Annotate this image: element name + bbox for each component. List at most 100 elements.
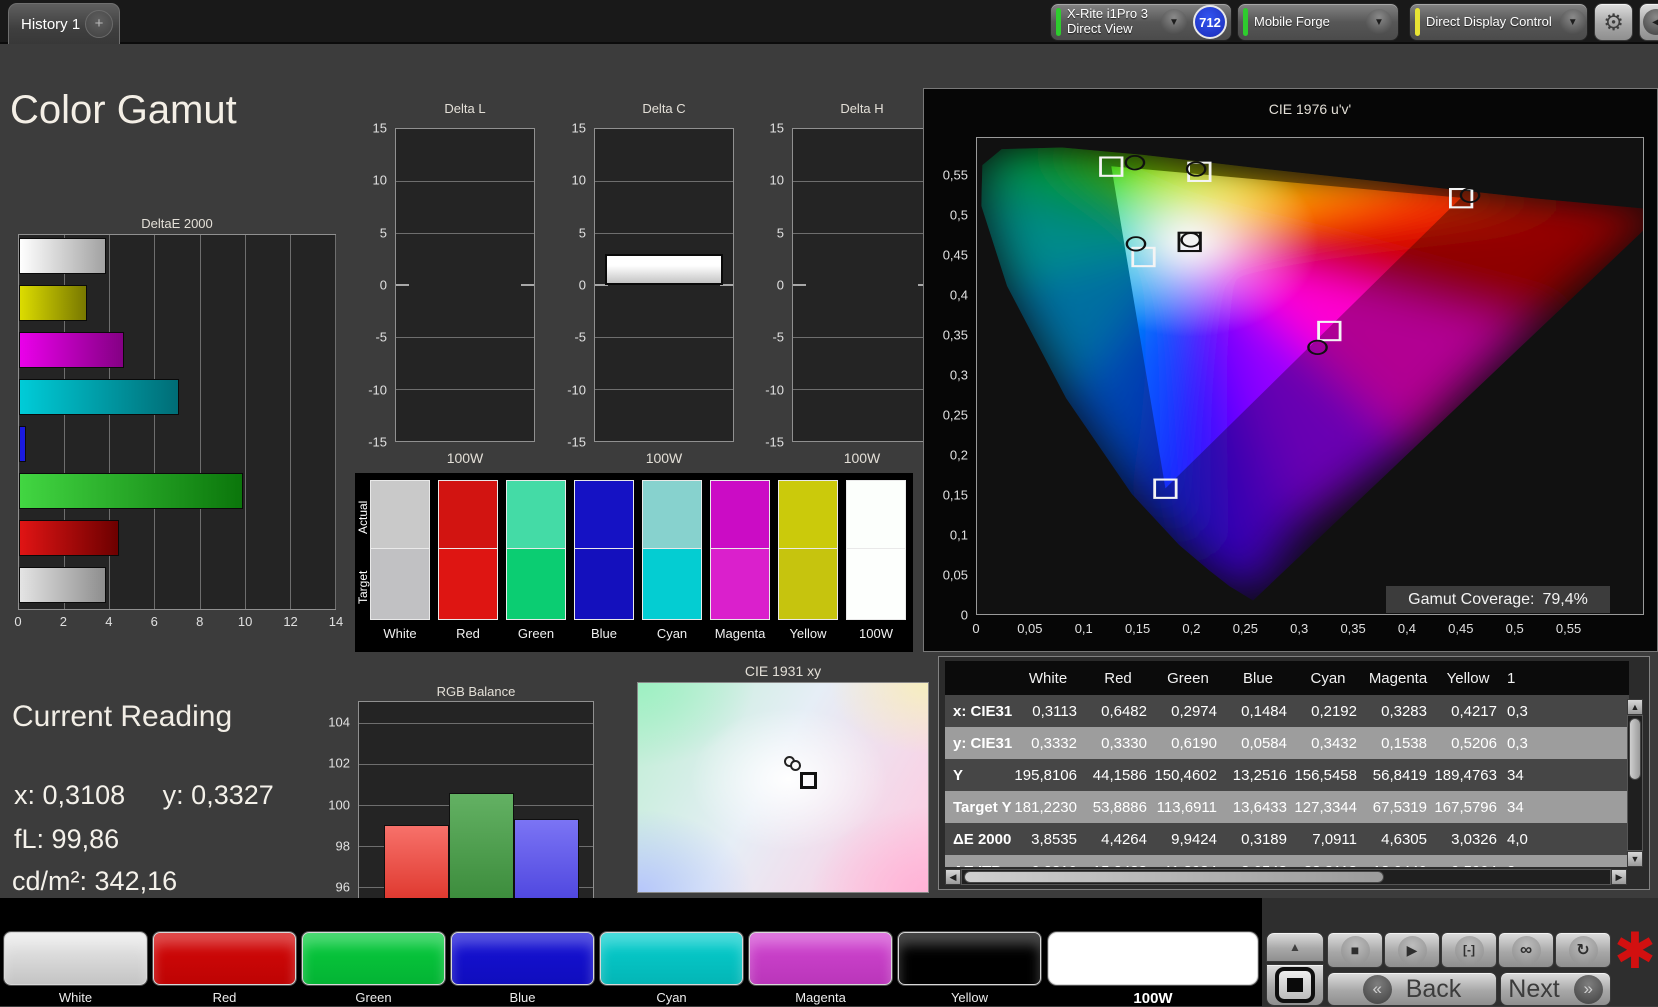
- chevron-double-left-icon: «: [1362, 974, 1392, 1004]
- page-title: Color Gamut: [10, 88, 237, 132]
- refresh-icon: ↻: [1568, 935, 1598, 965]
- deltae-bar-blue: [19, 426, 27, 462]
- actual-swatch: [370, 480, 430, 548]
- play-button[interactable]: ▶: [1384, 932, 1440, 968]
- axis-tick-label: 102: [328, 755, 350, 771]
- delta-bar: [604, 253, 724, 285]
- actual-swatch: [710, 480, 770, 548]
- target-swatch: [846, 548, 906, 620]
- display-control-dropdown[interactable]: Direct Display Control ▼: [1409, 3, 1588, 41]
- table-cell: 0,3189: [1241, 830, 1287, 848]
- table-cell: 0,6482: [1101, 702, 1147, 720]
- patch-button-white[interactable]: [4, 932, 147, 985]
- meter-dropdown[interactable]: X-Rite i1Pro 3 Direct View ▼ 712: [1050, 3, 1232, 41]
- axis-tick-label: 15: [769, 120, 784, 136]
- patch-button-label: Magenta: [795, 990, 846, 1005]
- axis-tick-label: 0,25: [942, 407, 968, 423]
- patch-button-magenta[interactable]: [749, 932, 892, 985]
- patch-button-100w-selected[interactable]: [1048, 932, 1258, 985]
- patch-compare-column-magenta: Magenta: [710, 480, 770, 650]
- table-header-cell: Red: [1104, 669, 1132, 687]
- table-row-label: Target Y: [953, 798, 1012, 816]
- single-measure-button[interactable]: [-]: [1441, 932, 1497, 968]
- axis-tick-label: 0,5: [949, 207, 968, 223]
- table-row: ΔE 2000 3,8535 4,4264 9,9424 0,3189 7,0911 4,6…: [945, 823, 1629, 855]
- actual-swatch: [438, 480, 498, 548]
- patch-compare-column-cyan: Cyan: [642, 480, 702, 650]
- patch-compare-label: 100W: [859, 626, 893, 641]
- table-header-cell: Magenta: [1368, 669, 1428, 687]
- rgb-balance-chart: [358, 701, 594, 908]
- axis-tick-label: 0: [578, 277, 586, 293]
- table-cell: 113,6911: [1156, 798, 1217, 816]
- table-vertical-scrollbar[interactable]: [1627, 715, 1643, 851]
- axis-tick-label: 0,45: [942, 247, 968, 263]
- chevron-down-icon[interactable]: ▼: [1161, 9, 1187, 35]
- table-header-cell: Yellow: [1446, 669, 1490, 687]
- chevron-down-icon[interactable]: ▼: [1366, 9, 1392, 35]
- table-cell: 127,3344: [1294, 798, 1357, 816]
- tab-history-1[interactable]: History 1 +: [8, 3, 120, 44]
- stop-button[interactable]: ■: [1327, 932, 1383, 968]
- table-cell: 0,1484: [1241, 702, 1287, 720]
- next-button[interactable]: Next »: [1500, 972, 1611, 1006]
- delta-h-x-label: 100W: [843, 450, 881, 466]
- axis-tick-label: 8: [196, 614, 204, 629]
- chevron-down-icon[interactable]: ▼: [1559, 9, 1586, 35]
- deltae-bar-yellow: [19, 285, 88, 321]
- target-marker: [799, 772, 817, 790]
- rgb-balance-bars: [359, 702, 593, 907]
- table-header-row: White Red Green Blue Cyan Magenta Yellow 1: [945, 661, 1629, 695]
- source-dropdown[interactable]: Mobile Forge ▼: [1237, 3, 1399, 41]
- axis-tick-label: 98: [335, 838, 350, 854]
- axis-tick-label: 0,1: [1074, 621, 1093, 636]
- add-tab-button[interactable]: +: [85, 10, 113, 38]
- table-header-cell: Cyan: [1310, 669, 1346, 687]
- gridline: [595, 337, 733, 338]
- actual-swatch: [642, 480, 702, 548]
- patch-button-blue[interactable]: [451, 932, 594, 985]
- refresh-button[interactable]: ↻: [1555, 932, 1611, 968]
- delta-h-chart-title: Delta H: [840, 101, 884, 116]
- chevron-up-icon[interactable]: ▲: [1266, 932, 1324, 962]
- target-swatch: [506, 548, 566, 620]
- continuous-measure-button[interactable]: ∞: [1498, 932, 1554, 968]
- table-cell: 167,5796: [1434, 798, 1497, 816]
- patch-window-icon: [1275, 967, 1315, 1003]
- table-cell: 189,4763: [1434, 766, 1497, 784]
- back-button[interactable]: « Back: [1327, 972, 1497, 1006]
- table-cell: 2,: [1503, 863, 1613, 868]
- table-cell: 181,2230: [1014, 798, 1077, 816]
- table-scroll-left-button[interactable]: ◀: [945, 869, 961, 885]
- table-cell: 0,0584: [1241, 734, 1287, 752]
- table-horizontal-scroll-thumb[interactable]: [964, 871, 1384, 883]
- patch-button-red[interactable]: [153, 932, 296, 985]
- table-cell: 3,0548: [1223, 863, 1293, 868]
- axis-tick-label: 0,15: [1124, 621, 1151, 636]
- table-cell: 0,5206: [1451, 734, 1497, 752]
- gear-icon[interactable]: ⚙: [1594, 3, 1633, 41]
- gridline: [595, 389, 733, 390]
- alert-asterisk-icon[interactable]: ✱: [1612, 924, 1658, 978]
- actual-swatch: [574, 480, 634, 548]
- patch-button-green[interactable]: [302, 932, 445, 985]
- table-row: ΔE ITP6,231015,243341,89343,054833,31181…: [945, 855, 1629, 867]
- patch-compare-label: Magenta: [714, 626, 766, 641]
- patch-button-yellow[interactable]: [898, 932, 1041, 985]
- table-horizontal-scrollbar[interactable]: [961, 869, 1611, 885]
- table-cell: 0,6190: [1171, 734, 1217, 752]
- measured-marker-white: [1180, 232, 1202, 248]
- patch-button-cyan[interactable]: [600, 932, 743, 985]
- patch-window-button[interactable]: [1266, 964, 1324, 1006]
- table-vertical-scroll-thumb[interactable]: [1629, 718, 1641, 780]
- gridline: [396, 181, 534, 182]
- table-row: Target Y 181,2230 53,8886 113,6911 13,6433 12…: [945, 791, 1629, 823]
- axis-tick-label: 0,3: [1290, 621, 1309, 636]
- table-scroll-right-button[interactable]: ▶: [1611, 869, 1627, 885]
- table-cell: 53,8886: [1092, 798, 1147, 816]
- deltae-bar-white: [19, 238, 106, 274]
- collapse-panel-button[interactable]: ◀: [1639, 3, 1658, 41]
- table-scroll-up-button[interactable]: ▲: [1627, 699, 1643, 715]
- patch-compare-label: Blue: [590, 626, 618, 641]
- table-scroll-down-button[interactable]: ▼: [1627, 851, 1643, 867]
